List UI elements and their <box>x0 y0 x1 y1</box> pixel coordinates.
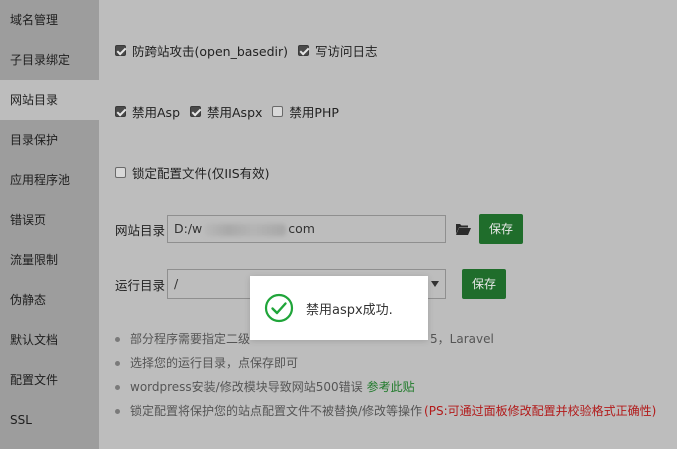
site-dir-row: 网站目录 D:/w com 保存 <box>115 214 524 244</box>
anti-xss-checkbox-box[interactable] <box>115 45 126 56</box>
disable-asp-checkbox-box[interactable] <box>115 106 126 117</box>
sidebar-item-ssl[interactable]: SSL <box>0 400 99 440</box>
tip-warning: (PS:可通过面板修改配置并校验格式正确性) <box>424 404 657 418</box>
disable-aspx-checkbox-box[interactable] <box>190 106 201 117</box>
option-row-security: 防跨站攻击(open_basedir) 写访问日志 <box>115 41 388 60</box>
success-toast: 禁用aspx成功. <box>250 276 428 340</box>
chevron-down-icon <box>431 281 439 287</box>
reference-link[interactable]: 参考此贴 <box>367 377 415 397</box>
sidebar-item-site-directory[interactable]: 网站目录 <box>0 80 99 120</box>
disable-aspx-checkbox[interactable]: 禁用Aspx <box>190 102 262 121</box>
tip-text: 锁定配置将保护您的站点配置文件不被替换/修改等操作 <box>130 404 423 418</box>
access-log-checkbox-box[interactable] <box>298 45 310 56</box>
access-log-label: 写访问日志 <box>315 44 378 59</box>
sidebar-item-dir-protection[interactable]: 目录保护 <box>0 120 99 160</box>
bullet-icon <box>115 384 120 390</box>
site-settings-dialog: 域名管理 子目录绑定 网站目录 目录保护 应用程序池 错误页 流量限制 伪静态 … <box>0 0 677 449</box>
toast-message: 禁用aspx成功. <box>306 302 393 318</box>
run-dir-save-button[interactable]: 保存 <box>462 269 507 299</box>
tip-text-end: 5，Laravel <box>430 332 494 346</box>
option-row-disable: 禁用Asp 禁用Aspx 禁用PHP <box>115 102 349 121</box>
main-panel: 防跨站攻击(open_basedir) 写访问日志 禁用Asp 禁用Aspx 禁… <box>99 0 677 449</box>
run-dir-label: 运行目录 <box>115 277 166 293</box>
sidebar: 域名管理 子目录绑定 网站目录 目录保护 应用程序池 错误页 流量限制 伪静态 … <box>0 0 99 449</box>
bullet-icon <box>115 360 120 366</box>
sidebar-item-default-doc[interactable]: 默认文档 <box>0 320 99 360</box>
sidebar-item-app-pool[interactable]: 应用程序池 <box>0 160 99 200</box>
sidebar-item-domain[interactable]: 域名管理 <box>0 0 99 40</box>
disable-asp-checkbox[interactable]: 禁用Asp <box>115 102 180 121</box>
tip-item: wordpress安装/修改模块导致网站500错误 参考此贴 <box>115 375 656 399</box>
redacted-path <box>204 223 287 236</box>
disable-asp-label: 禁用Asp <box>132 105 180 120</box>
site-dir-input[interactable]: D:/w com <box>167 215 446 243</box>
disable-php-checkbox[interactable]: 禁用PHP <box>272 102 339 121</box>
anti-xss-label: 防跨站攻击(open_basedir) <box>132 44 289 59</box>
bullet-icon <box>115 336 120 342</box>
sidebar-item-subdir-binding[interactable]: 子目录绑定 <box>0 40 99 80</box>
tips-list: 部分程序需要指定二级 5，Laravel 选择您的运行目录，点保存即可 word… <box>115 327 656 423</box>
tip-item: 选择您的运行目录，点保存即可 <box>115 351 656 375</box>
lock-config-checkbox[interactable]: 锁定配置文件(仅IIS有效) <box>115 163 270 182</box>
disable-php-checkbox-box[interactable] <box>272 106 284 117</box>
anti-xss-checkbox[interactable]: 防跨站攻击(open_basedir) <box>115 41 288 60</box>
tip-text: 选择您的运行目录，点保存即可 <box>130 356 299 370</box>
sidebar-item-traffic-limit[interactable]: 流量限制 <box>0 240 99 280</box>
site-dir-label: 网站目录 <box>115 222 166 238</box>
tip-text: 部分程序需要指定二级 <box>130 332 251 346</box>
tip-text: wordpress安装/修改模块导致网站500错误 <box>130 380 363 394</box>
lock-config-checkbox-box[interactable] <box>115 167 126 178</box>
lock-config-label: 锁定配置文件(仅IIS有效) <box>132 166 270 181</box>
sidebar-item-error-page[interactable]: 错误页 <box>0 200 99 240</box>
site-dir-save-button[interactable]: 保存 <box>479 214 524 244</box>
sidebar-item-config-file[interactable]: 配置文件 <box>0 360 99 400</box>
site-dir-value-prefix: D:/w <box>174 221 203 236</box>
folder-open-icon[interactable] <box>454 220 472 238</box>
access-log-checkbox[interactable]: 写访问日志 <box>298 41 378 60</box>
option-row-lock: 锁定配置文件(仅IIS有效) <box>115 163 280 182</box>
check-circle-icon <box>264 293 294 323</box>
site-dir-value-suffix: com <box>288 221 315 236</box>
bullet-icon <box>115 408 120 414</box>
tip-item: 锁定配置将保护您的站点配置文件不被替换/修改等操作 (PS:可通过面板修改配置并… <box>115 399 656 423</box>
disable-php-label: 禁用PHP <box>289 105 339 120</box>
run-dir-value: / <box>174 276 179 291</box>
disable-aspx-label: 禁用Aspx <box>207 105 263 120</box>
sidebar-item-rewrite[interactable]: 伪静态 <box>0 280 99 320</box>
